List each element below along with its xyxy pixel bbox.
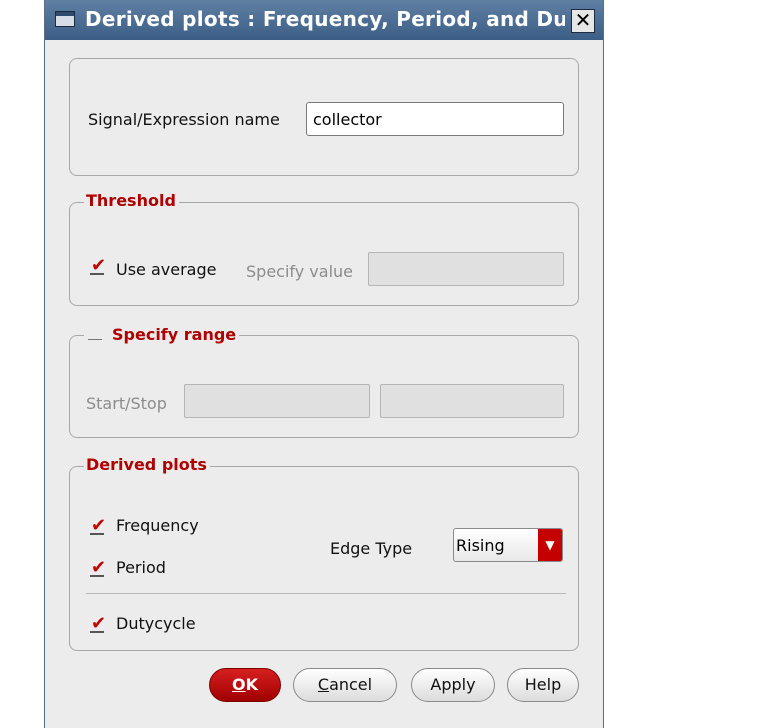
ok-button[interactable]: OK: [209, 668, 281, 702]
checkmark-icon: ✔: [91, 613, 107, 634]
close-icon[interactable]: ✕: [571, 9, 595, 33]
edge-type-select[interactable]: Rising ▼: [453, 528, 563, 562]
specify-range-title: Specify range: [112, 325, 237, 344]
frequency-checkbox[interactable]: ✔: [90, 517, 106, 537]
use-average-checkbox[interactable]: ✔: [90, 257, 106, 277]
start-field[interactable]: [184, 384, 370, 418]
threshold-group: Threshold ✔ Use average Specify value: [69, 191, 579, 306]
stop-input[interactable]: [381, 385, 563, 417]
signal-group: Signal/Expression name: [69, 58, 579, 176]
frequency-label: Frequency: [116, 516, 199, 535]
dutycycle-label: Dutycycle: [116, 614, 196, 633]
divider: [86, 593, 566, 594]
apply-button[interactable]: Apply: [411, 668, 495, 702]
edge-type-value: Rising: [456, 536, 505, 555]
specify-value-field[interactable]: [368, 252, 564, 286]
use-average-label: Use average: [116, 260, 217, 279]
signal-field[interactable]: [306, 102, 564, 136]
ok-rest: K: [245, 675, 258, 694]
range-group: Specify range Start/Stop: [69, 324, 579, 438]
period-label: Period: [116, 558, 166, 577]
start-input[interactable]: [185, 385, 369, 417]
help-button[interactable]: Help: [507, 668, 579, 702]
window-menu-icon[interactable]: [55, 11, 75, 27]
specify-value-label: Specify value: [246, 262, 354, 281]
checkmark-icon: ✔: [91, 515, 107, 536]
dutycycle-checkbox[interactable]: ✔: [90, 615, 106, 635]
ok-mnemonic: O: [231, 675, 246, 694]
edge-type-label: Edge Type: [330, 539, 413, 558]
checkmark-icon: ✔: [91, 557, 107, 578]
stop-field[interactable]: [380, 384, 564, 418]
title-bar[interactable]: Derived plots : Frequency, Period, and D…: [45, 0, 603, 40]
derived-plots-title: Derived plots: [84, 455, 210, 474]
dropdown-arrow-icon[interactable]: ▼: [538, 529, 562, 561]
signal-label: Signal/Expression name: [88, 110, 280, 129]
period-checkbox[interactable]: ✔: [90, 559, 106, 579]
threshold-title: Threshold: [84, 191, 179, 210]
checkmark-icon: ✔: [91, 255, 107, 276]
cancel-rest: ancel: [329, 675, 373, 694]
range-legend: Specify range: [84, 324, 240, 344]
specify-range-checkbox[interactable]: [88, 326, 104, 342]
cancel-mnemonic: C: [317, 675, 330, 694]
dialog-window: Derived plots : Frequency, Period, and D…: [44, 0, 604, 728]
specify-value-input[interactable]: [369, 253, 563, 285]
checkbox-box: [88, 330, 102, 340]
signal-input[interactable]: [307, 103, 563, 135]
cancel-button[interactable]: Cancel: [293, 668, 397, 702]
window-title: Derived plots : Frequency, Period, and D…: [85, 7, 565, 31]
start-stop-label: Start/Stop: [86, 394, 167, 413]
